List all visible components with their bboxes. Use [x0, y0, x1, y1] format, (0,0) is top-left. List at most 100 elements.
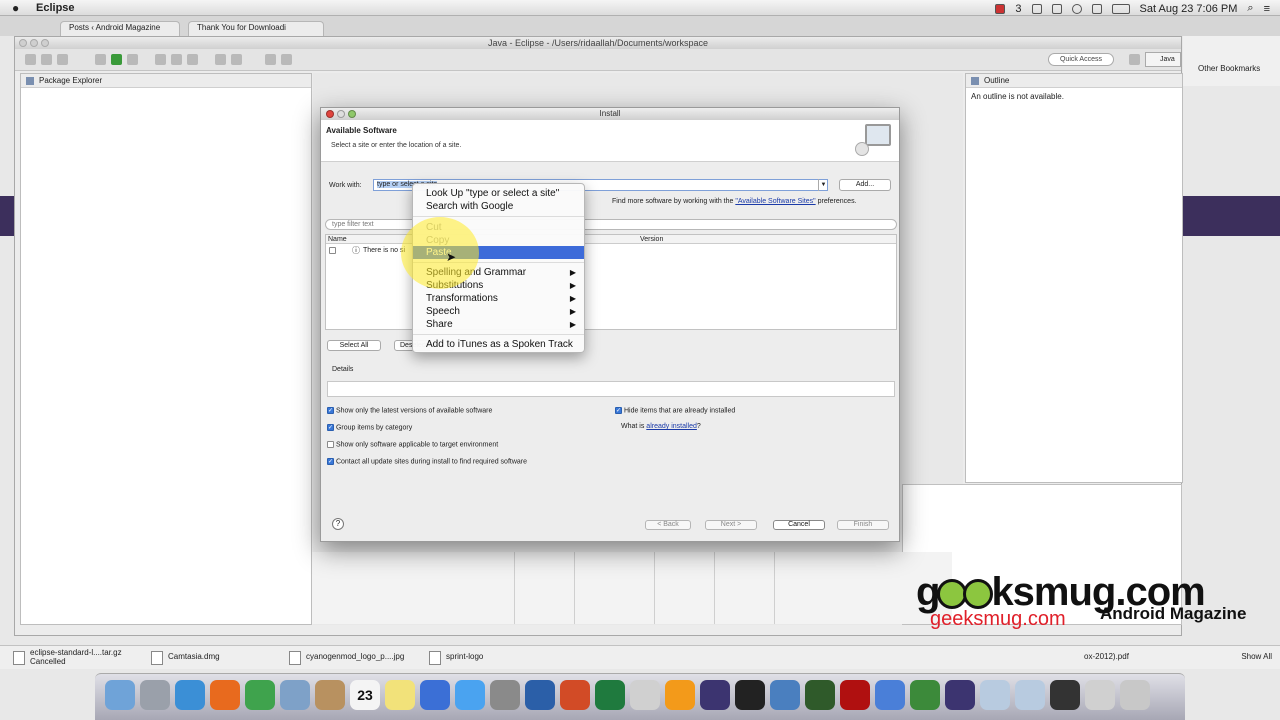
notification-badge[interactable]: 3	[1015, 3, 1021, 15]
itunes-icon[interactable]	[420, 680, 450, 710]
apple-icon[interactable]: ●	[12, 1, 19, 15]
add-site-button[interactable]: Add...	[839, 179, 891, 191]
already-installed-link[interactable]: already installed	[646, 423, 697, 430]
new-icon[interactable]	[25, 54, 36, 65]
eclipse2-icon[interactable]	[945, 680, 975, 710]
option-applicable-target[interactable]: Show only software applicable to target …	[327, 441, 498, 448]
print-icon[interactable]	[57, 54, 68, 65]
outline-tab[interactable]: Outline	[966, 74, 1182, 88]
checkbox-checked[interactable]: ✓	[327, 407, 334, 414]
battery-icon[interactable]	[1111, 3, 1130, 14]
download-item[interactable]: cyanogenmod_logo_p....jpg	[284, 648, 419, 668]
word-icon[interactable]	[525, 680, 555, 710]
folder2-icon[interactable]	[1015, 680, 1045, 710]
dialog-zoom-button[interactable]	[348, 110, 356, 118]
finish-button[interactable]: Finish	[837, 520, 889, 530]
xcode-icon[interactable]	[770, 680, 800, 710]
download-item[interactable]: Camtasia.dmg	[146, 648, 276, 668]
trash-icon[interactable]	[1120, 680, 1150, 710]
launchpad-icon[interactable]	[140, 680, 170, 710]
folder-icon[interactable]	[980, 680, 1010, 710]
help-icon[interactable]: ?	[332, 518, 344, 530]
wifi-icon[interactable]	[1071, 3, 1082, 14]
open-perspective-icon[interactable]	[1129, 54, 1140, 65]
zoom-window-button[interactable]	[41, 39, 49, 47]
back-button[interactable]: < Back	[645, 520, 691, 530]
system-preferences-icon[interactable]	[490, 680, 520, 710]
column-version[interactable]: Version	[640, 235, 663, 244]
finder-icon[interactable]	[105, 680, 135, 710]
select-all-button[interactable]: Select All	[327, 340, 381, 351]
forward-icon[interactable]	[281, 54, 292, 65]
quick-access-field[interactable]: Quick Access	[1048, 53, 1114, 66]
notification-center-icon[interactable]: ≡	[1264, 3, 1270, 15]
show-all-downloads-link[interactable]: Show All	[1227, 648, 1272, 666]
search-icon[interactable]	[231, 54, 242, 65]
finder2-icon[interactable]	[1085, 680, 1115, 710]
minimize-window-button[interactable]	[30, 39, 38, 47]
chrome-icon[interactable]	[245, 680, 275, 710]
powerpoint-icon[interactable]	[560, 680, 590, 710]
option-contact-update-sites[interactable]: ✓ Contact all update sites during instal…	[327, 458, 527, 465]
option-hide-installed[interactable]: ✓ Hide items that are already installed	[615, 407, 735, 414]
option-group-by-category[interactable]: ✓ Group items by category	[327, 424, 412, 431]
package-explorer-tab[interactable]: Package Explorer	[21, 74, 311, 88]
app-name-menu[interactable]: Eclipse	[36, 2, 75, 14]
bluetooth-icon[interactable]	[875, 680, 905, 710]
checkbox-checked[interactable]: ✓	[327, 424, 334, 431]
new-class-icon[interactable]	[187, 54, 198, 65]
download-item[interactable]: ox-2012).pdf	[1080, 648, 1190, 668]
display-icon[interactable]	[1050, 680, 1080, 710]
calendar-icon[interactable]: 23	[350, 680, 380, 710]
row-checkbox[interactable]	[329, 247, 336, 254]
debug-icon[interactable]	[95, 54, 106, 65]
terminal-icon[interactable]	[735, 680, 765, 710]
menu-item-search-google[interactable]: Search with Google	[413, 200, 584, 213]
mail-icon[interactable]	[280, 680, 310, 710]
column-name[interactable]: Name	[328, 235, 347, 244]
vlc-icon[interactable]	[665, 680, 695, 710]
clock[interactable]: Sat Aug 23 7:06 PM	[1140, 3, 1238, 15]
chrome-tab[interactable]: Posts ‹ Android Magazine	[60, 21, 180, 36]
cancel-button[interactable]: Cancel	[773, 520, 825, 530]
safari-icon[interactable]	[175, 680, 205, 710]
volume-icon[interactable]	[1091, 3, 1102, 14]
time-machine-icon[interactable]	[1051, 3, 1062, 14]
dialog-minimize-button[interactable]	[337, 110, 345, 118]
sync-icon[interactable]	[1031, 3, 1042, 14]
save-icon[interactable]	[41, 54, 52, 65]
contacts-icon[interactable]	[315, 680, 345, 710]
checkbox-unchecked[interactable]	[327, 441, 334, 448]
spotlight-icon[interactable]: ⌕	[1247, 2, 1253, 15]
other-bookmarks[interactable]: Other Bookmarks	[1198, 64, 1260, 73]
checkbox-checked[interactable]: ✓	[615, 407, 622, 414]
new-java-project-icon[interactable]	[155, 54, 166, 65]
acrobat-icon[interactable]	[840, 680, 870, 710]
dreamweaver-icon[interactable]	[805, 680, 835, 710]
menu-item-speech[interactable]: Speech ▶	[413, 305, 584, 318]
firefox-icon[interactable]	[210, 680, 240, 710]
record-icon[interactable]	[995, 3, 1006, 14]
preview-icon[interactable]	[630, 680, 660, 710]
download-item[interactable]: eclipse-standard-l....tar.gz Cancelled	[8, 648, 138, 668]
menu-item-look-up[interactable]: Look Up "type or select a site"	[413, 187, 584, 200]
available-software-sites-link[interactable]: "Available Software Sites"	[735, 198, 815, 205]
next-button[interactable]: Next >	[705, 520, 757, 530]
run-icon[interactable]	[111, 54, 122, 65]
chrome-tab[interactable]: Thank You for Downloadi	[188, 21, 324, 36]
open-type-icon[interactable]	[215, 54, 226, 65]
download-item[interactable]: sprint-logo	[424, 648, 494, 668]
menu-item-transformations[interactable]: Transformations ▶	[413, 292, 584, 305]
excel-icon[interactable]	[595, 680, 625, 710]
java-perspective-button[interactable]: Java	[1145, 52, 1181, 67]
camtasia-icon[interactable]	[910, 680, 940, 710]
external-tools-icon[interactable]	[127, 54, 138, 65]
eclipse-icon[interactable]	[700, 680, 730, 710]
menu-item-add-to-itunes[interactable]: Add to iTunes as a Spoken Track	[413, 338, 584, 351]
checkbox-checked[interactable]: ✓	[327, 458, 334, 465]
close-window-button[interactable]	[19, 39, 27, 47]
notes-icon[interactable]	[385, 680, 415, 710]
appstore-icon[interactable]	[455, 680, 485, 710]
back-icon[interactable]	[265, 54, 276, 65]
new-package-icon[interactable]	[171, 54, 182, 65]
